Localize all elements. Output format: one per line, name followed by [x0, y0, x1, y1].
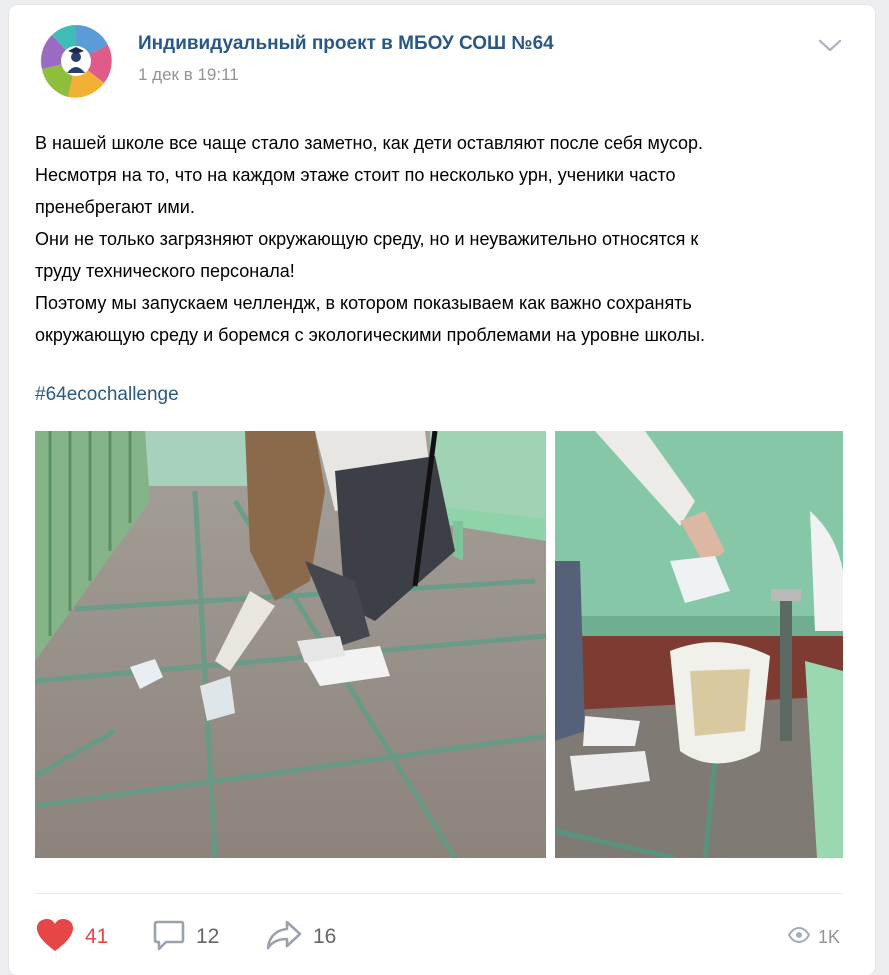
views-counter: 1K	[787, 917, 841, 957]
like-button[interactable]: 41	[35, 917, 108, 957]
share-count: 16	[313, 925, 337, 948]
group-avatar[interactable]	[38, 17, 114, 101]
like-count: 41	[85, 925, 109, 948]
post-photo-1[interactable]	[35, 431, 546, 858]
post-card: Индивидуальный проект в МБОУ СОШ №64 1 д…	[9, 5, 875, 975]
chevron-down-icon[interactable]	[817, 35, 843, 55]
post-date[interactable]: 1 дек в 19:11	[138, 65, 239, 85]
post-text-line: Они не только загрязняют окружающую сред…	[35, 229, 699, 249]
comment-icon	[152, 918, 186, 957]
post-text-line: окружающую среду и боремся с экологическ…	[35, 325, 706, 345]
comment-count: 12	[196, 925, 220, 948]
post-text-line: В нашей школе все чаще стало заметно, ка…	[35, 133, 704, 153]
actions-divider	[35, 893, 843, 894]
group-name-link[interactable]: Индивидуальный проект в МБОУ СОШ №64	[138, 33, 554, 55]
post-text-line: Несмотря на то, что на каждом этаже стои…	[35, 165, 676, 185]
share-arrow-icon	[265, 918, 303, 957]
post-photo-2[interactable]	[555, 431, 843, 858]
hashtag-link[interactable]: #64ecochallenge	[35, 384, 179, 406]
post-text-line: Поэтому мы запускаем челлендж, в котором…	[35, 293, 692, 313]
post-text-line: труду технического персонала!	[35, 261, 295, 281]
eye-icon	[787, 926, 811, 948]
views-count: 1K	[818, 926, 841, 947]
post-text: В нашей школе все чаще стало заметно, ка…	[35, 127, 835, 351]
heart-icon	[35, 918, 75, 957]
post-text-line: пренебрегают ими.	[35, 197, 195, 217]
share-button[interactable]: 16	[265, 917, 336, 957]
comment-button[interactable]: 12	[152, 917, 219, 957]
